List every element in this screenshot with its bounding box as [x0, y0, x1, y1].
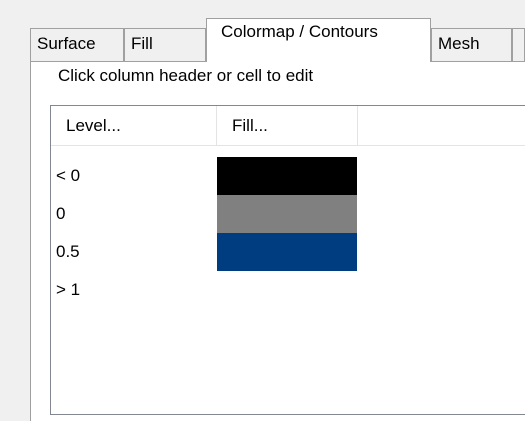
level-cell[interactable]: 0: [56, 195, 65, 233]
level-fill-grid: Level... Fill... < 0 0 0.5 > 1: [50, 105, 525, 415]
column-header-level[interactable]: Level...: [51, 106, 217, 146]
tab-mesh[interactable]: Mesh: [431, 28, 512, 61]
level-cell[interactable]: < 0: [56, 157, 80, 195]
grid-header: Level... Fill...: [51, 106, 525, 146]
tab-overflow[interactable]: [512, 28, 525, 61]
table-row[interactable]: 0: [51, 195, 525, 233]
fill-cell[interactable]: [217, 233, 357, 271]
tab-fill-label: Fill: [131, 34, 153, 53]
fill-cell[interactable]: [217, 157, 357, 195]
colormap-contours-page: Click column header or cell to edit Leve…: [30, 61, 525, 421]
tab-colormap-contours[interactable]: Colormap / Contours: [206, 18, 431, 62]
fill-cell[interactable]: [217, 195, 357, 233]
tab-strip: Surface Fill Colormap / Contours Mesh: [0, 0, 525, 62]
tab-surface-label: Surface: [37, 34, 96, 53]
fill-cell[interactable]: [217, 271, 357, 309]
table-row[interactable]: > 1: [51, 271, 525, 309]
column-header-empty: [358, 106, 525, 146]
column-header-fill[interactable]: Fill...: [217, 106, 358, 146]
tab-mesh-label: Mesh: [438, 34, 480, 53]
table-row[interactable]: < 0: [51, 157, 525, 195]
tab-surface[interactable]: Surface: [30, 28, 124, 61]
level-cell[interactable]: > 1: [56, 271, 80, 309]
table-row[interactable]: 0.5: [51, 233, 525, 271]
edit-hint: Click column header or cell to edit: [58, 66, 314, 85]
tab-fill[interactable]: Fill: [124, 28, 206, 61]
tab-colormap-contours-label: Colormap / Contours: [221, 22, 378, 41]
level-cell[interactable]: 0.5: [56, 233, 80, 271]
